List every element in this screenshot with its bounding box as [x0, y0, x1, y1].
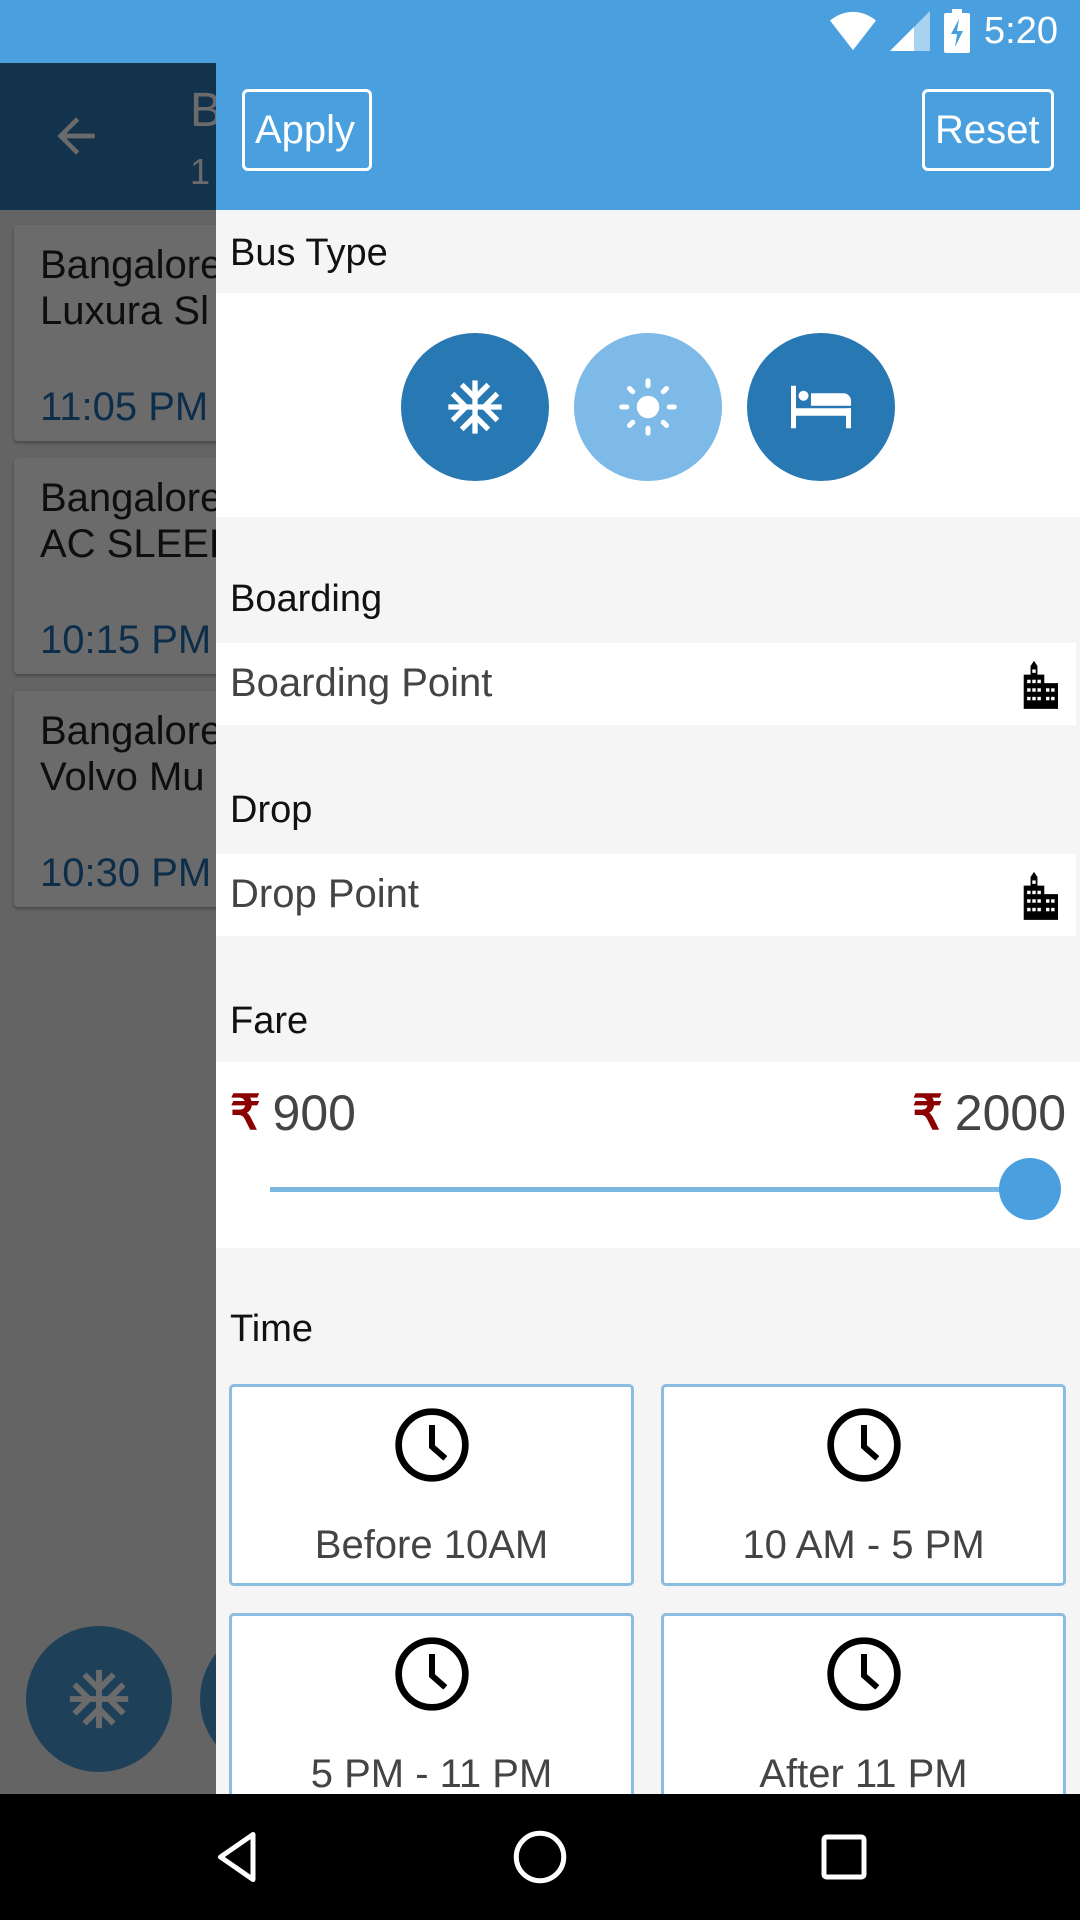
- rupee-icon: ₹: [912, 1087, 943, 1140]
- sun-icon: [619, 378, 677, 436]
- drop-point-field[interactable]: Drop Point: [216, 854, 1076, 936]
- boarding-point-field[interactable]: Boarding Point: [216, 643, 1076, 725]
- time-option-label: 10 AM - 5 PM: [742, 1523, 985, 1567]
- fare-slider-thumb[interactable]: [999, 1158, 1061, 1220]
- time-option-label: Before 10AM: [314, 1523, 549, 1567]
- reset-button[interactable]: Reset: [922, 89, 1054, 171]
- back-nav-icon[interactable]: [208, 1827, 268, 1887]
- apply-button[interactable]: Apply: [242, 89, 372, 171]
- screen: B 1 Bangalore Luxura Sl 11:05 PM Bangalo…: [0, 0, 1080, 1920]
- time-label: Time: [230, 1308, 314, 1350]
- bus-type-ac-button[interactable]: [401, 333, 549, 481]
- fare-min-value: 900: [272, 1085, 356, 1141]
- boarding-label: Boarding: [230, 578, 383, 620]
- navigation-bar: [0, 1794, 1080, 1920]
- rupee-icon: ₹: [230, 1087, 261, 1140]
- time-option-5pm-11pm[interactable]: 5 PM - 11 PM: [229, 1613, 634, 1794]
- status-time: 5:20: [984, 9, 1058, 52]
- battery-charging-icon: [944, 9, 971, 53]
- fare-min: ₹ 900: [230, 1084, 356, 1142]
- time-option-10am-5pm[interactable]: 10 AM - 5 PM: [661, 1384, 1066, 1586]
- boarding-point-placeholder: Boarding Point: [230, 661, 493, 705]
- filter-drawer: Apply Reset Bus Type Boarding Boarding P…: [216, 0, 1080, 1794]
- fare-panel: ₹ 900 ₹ 2000: [216, 1062, 1080, 1248]
- clock-icon: [394, 1408, 469, 1482]
- time-option-before-10am[interactable]: Before 10AM: [229, 1384, 634, 1586]
- clock-icon: [394, 1637, 469, 1711]
- cell-signal-icon: [890, 11, 931, 51]
- bus-type-label: Bus Type: [230, 232, 388, 274]
- bus-type-sleeper-button[interactable]: [747, 333, 895, 481]
- building-icon: [1023, 660, 1058, 709]
- drop-point-placeholder: Drop Point: [230, 872, 419, 916]
- bus-type-non-ac-button[interactable]: [574, 333, 722, 481]
- time-option-label: 5 PM - 11 PM: [310, 1752, 553, 1794]
- clock-icon: [826, 1637, 901, 1711]
- snowflake-icon: [448, 380, 502, 434]
- clock-icon: [826, 1408, 901, 1482]
- bed-icon: [791, 385, 851, 429]
- drop-label: Drop: [230, 789, 313, 831]
- recents-nav-icon[interactable]: [814, 1827, 874, 1887]
- filter-header: Apply Reset: [216, 63, 1080, 210]
- bus-type-panel: [216, 293, 1080, 517]
- fare-max-value: 2000: [954, 1085, 1066, 1141]
- time-option-after-11pm[interactable]: After 11 PM: [661, 1613, 1066, 1794]
- home-nav-icon[interactable]: [510, 1827, 570, 1887]
- fare-slider-track[interactable]: [270, 1187, 1030, 1192]
- building-icon: [1023, 871, 1058, 920]
- status-bar: 5:20: [0, 0, 1080, 63]
- fare-max: ₹ 2000: [912, 1084, 1066, 1142]
- wifi-icon: [830, 11, 877, 51]
- time-option-label: After 11 PM: [759, 1752, 968, 1794]
- fare-label: Fare: [230, 1000, 309, 1042]
